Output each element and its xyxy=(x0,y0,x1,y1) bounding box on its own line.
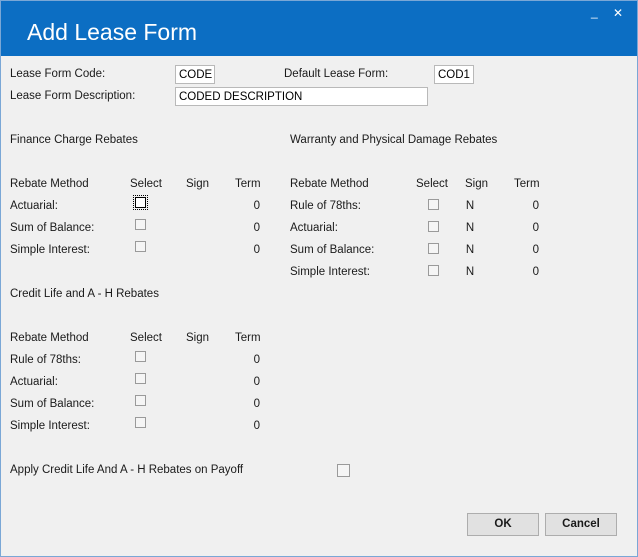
finance-row-label: Actuarial: xyxy=(10,200,58,212)
finance-col-sign: Sign xyxy=(186,178,210,190)
warranty-col-select: Select xyxy=(416,178,448,190)
warranty-title: Warranty and Physical Damage Rebates xyxy=(290,134,498,146)
warranty-row-term: 0 xyxy=(532,222,539,234)
minimize-icon[interactable]: _ xyxy=(591,5,598,19)
warranty-row-term: 0 xyxy=(532,244,539,256)
title-bar: Add Lease Form _ ✕ xyxy=(1,1,637,56)
finance-actuarial-checkbox[interactable] xyxy=(133,195,148,210)
finance-col-select: Select xyxy=(130,178,162,190)
warranty-row-label: Simple Interest: xyxy=(290,266,370,278)
credit-col-select: Select xyxy=(130,332,162,344)
warranty-row-term: 0 xyxy=(532,200,539,212)
warranty-row-sign: N xyxy=(465,266,475,278)
credit-col-term: Term xyxy=(235,332,261,344)
finance-row-term: 0 xyxy=(253,222,260,234)
lease-form-description-label: Lease Form Description: xyxy=(10,90,136,102)
lease-form-code-input[interactable]: CODE xyxy=(175,65,215,84)
warranty-sum-of-balance-checkbox[interactable] xyxy=(428,243,439,254)
credit-row-label: Rule of 78ths: xyxy=(10,354,81,366)
warranty-row-term: 0 xyxy=(532,266,539,278)
credit-col-sign: Sign xyxy=(186,332,210,344)
apply-on-payoff-label: Apply Credit Life And A - H Rebates on P… xyxy=(10,464,244,476)
credit-actuarial-checkbox[interactable] xyxy=(135,373,146,384)
lease-form-code-label: Lease Form Code: xyxy=(10,68,106,80)
finance-row-label: Simple Interest: xyxy=(10,244,90,256)
cancel-button[interactable]: Cancel xyxy=(545,513,617,536)
credit-rule-of-78ths-checkbox[interactable] xyxy=(135,351,146,362)
warranty-row-sign: N xyxy=(465,244,475,256)
lease-form-description-input[interactable]: CODED DESCRIPTION xyxy=(175,87,428,106)
close-icon[interactable]: ✕ xyxy=(613,6,623,20)
apply-on-payoff-checkbox[interactable] xyxy=(337,464,350,477)
finance-col-term: Term xyxy=(235,178,261,190)
finance-row-term: 0 xyxy=(253,200,260,212)
warranty-simple-interest-checkbox[interactable] xyxy=(428,265,439,276)
warranty-col-method: Rebate Method xyxy=(290,178,369,190)
warranty-row-label: Sum of Balance: xyxy=(290,244,375,256)
warranty-row-sign: N xyxy=(465,200,475,212)
credit-simple-interest-checkbox[interactable] xyxy=(135,417,146,428)
finance-row-label: Sum of Balance: xyxy=(10,222,95,234)
credit-row-term: 0 xyxy=(253,398,260,410)
window-title: Add Lease Form xyxy=(27,19,198,45)
finance-charge-title: Finance Charge Rebates xyxy=(10,134,138,146)
credit-life-title: Credit Life and A - H Rebates xyxy=(10,288,159,300)
ok-button[interactable]: OK xyxy=(467,513,539,536)
finance-sum-of-balance-checkbox[interactable] xyxy=(135,219,146,230)
credit-sum-of-balance-checkbox[interactable] xyxy=(135,395,146,406)
warranty-row-sign: N xyxy=(465,222,475,234)
credit-row-label: Actuarial: xyxy=(10,376,58,388)
warranty-col-sign: Sign xyxy=(465,178,489,190)
credit-row-term: 0 xyxy=(253,354,260,366)
default-lease-form-label: Default Lease Form: xyxy=(284,68,389,80)
warranty-rule-of-78ths-checkbox[interactable] xyxy=(428,199,439,210)
finance-col-method: Rebate Method xyxy=(10,178,89,190)
finance-simple-interest-checkbox[interactable] xyxy=(135,241,146,252)
warranty-actuarial-checkbox[interactable] xyxy=(428,221,439,232)
warranty-col-term: Term xyxy=(514,178,540,190)
credit-row-term: 0 xyxy=(253,420,260,432)
credit-row-label: Sum of Balance: xyxy=(10,398,95,410)
credit-col-method: Rebate Method xyxy=(10,332,89,344)
finance-row-term: 0 xyxy=(253,244,260,256)
credit-row-label: Simple Interest: xyxy=(10,420,90,432)
warranty-row-label: Actuarial: xyxy=(290,222,338,234)
default-lease-form-input[interactable]: COD1 xyxy=(434,65,474,84)
warranty-row-label: Rule of 78ths: xyxy=(290,200,361,212)
add-lease-form-window: Add Lease Form _ ✕ Lease Form Code: CODE… xyxy=(0,0,638,557)
form-body: Lease Form Code: CODE Default Lease Form… xyxy=(1,56,637,556)
credit-row-term: 0 xyxy=(253,376,260,388)
